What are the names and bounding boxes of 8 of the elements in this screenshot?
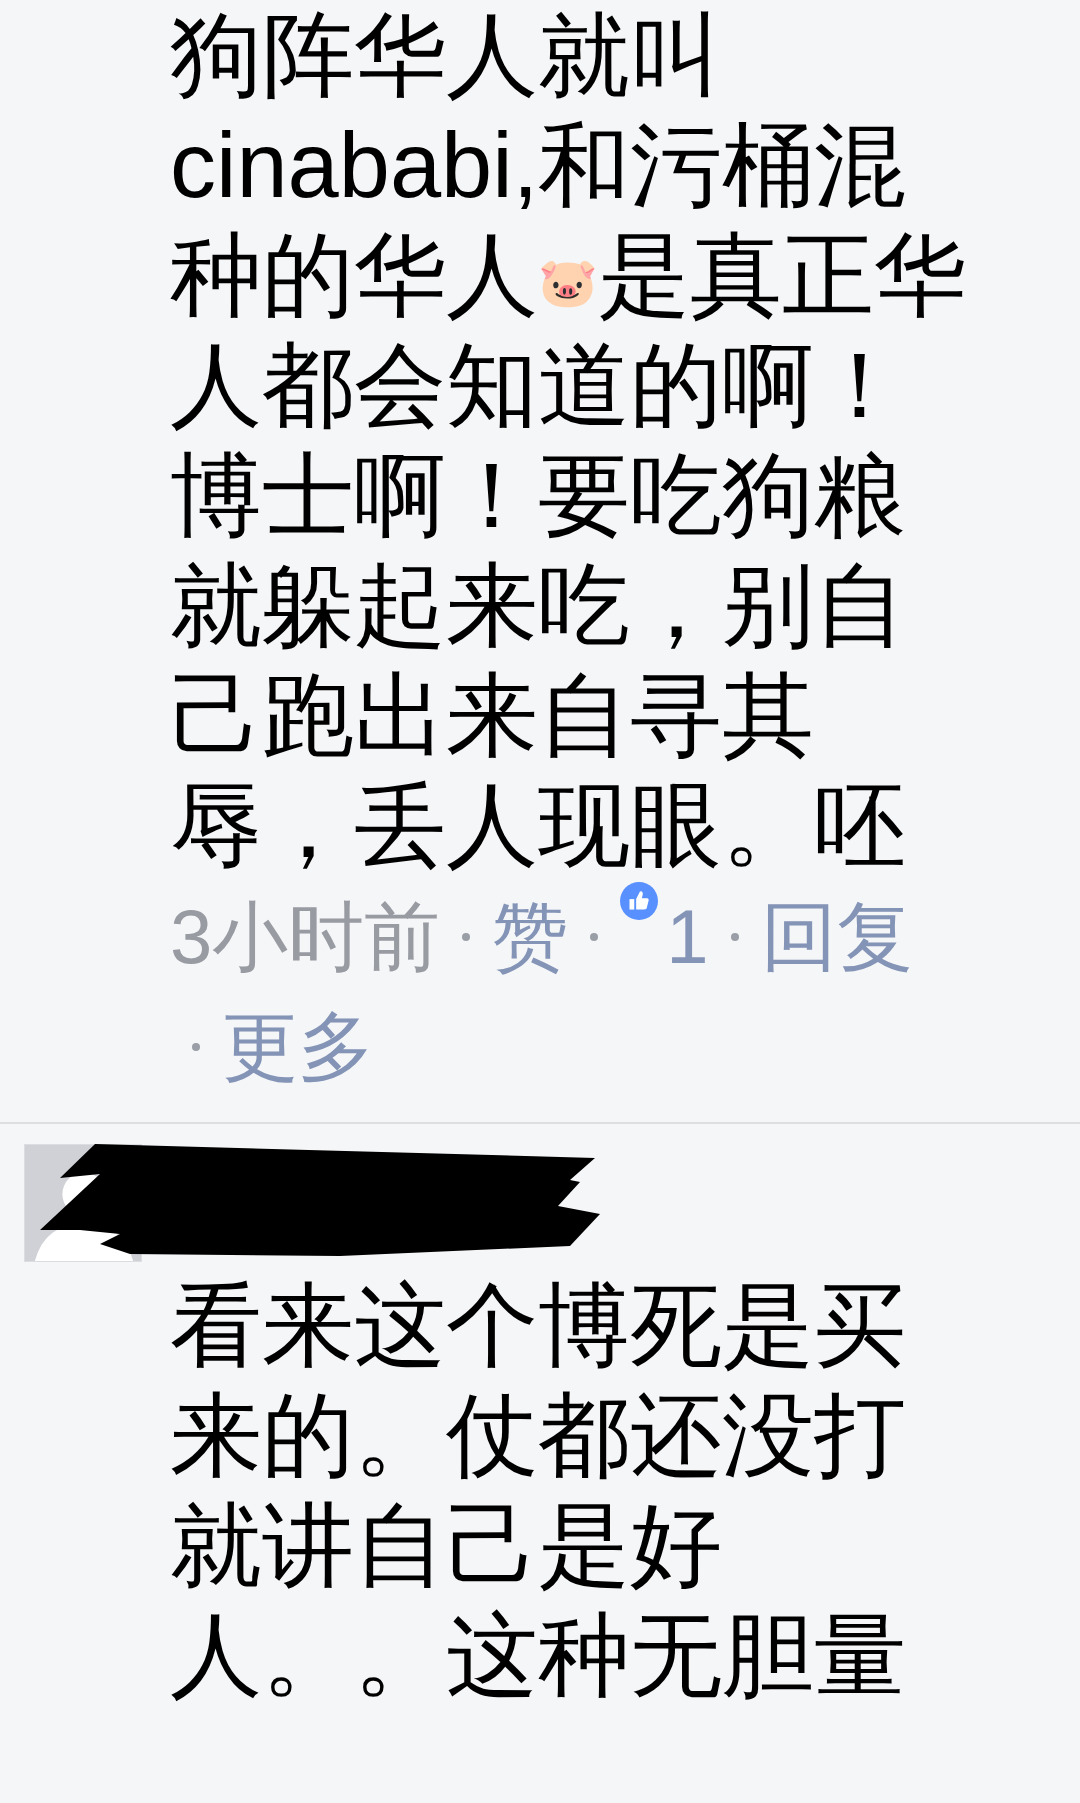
action-link[interactable]: 回复	[760, 882, 913, 992]
comment-text: 狗阵华人就叫cinababi,和污桶混种的华人🐷是真正华人都会知道的啊！博士啊！要吃狗粮就躲起来吃，别自己跑出来自寻其辱，丢人现眼。呸	[170, 3, 967, 878]
thumbs-up-icon	[620, 882, 659, 920]
action-link[interactable]: 赞	[492, 882, 569, 992]
action-link[interactable]: 更多	[222, 992, 374, 1102]
timestamp: 3小时前	[170, 893, 441, 981]
comment-text: 看来这个博死是买来的。仗都还没打就讲自己是好人。。这种无胆量	[170, 1273, 907, 1708]
reaction-count[interactable]: 1	[620, 882, 709, 992]
